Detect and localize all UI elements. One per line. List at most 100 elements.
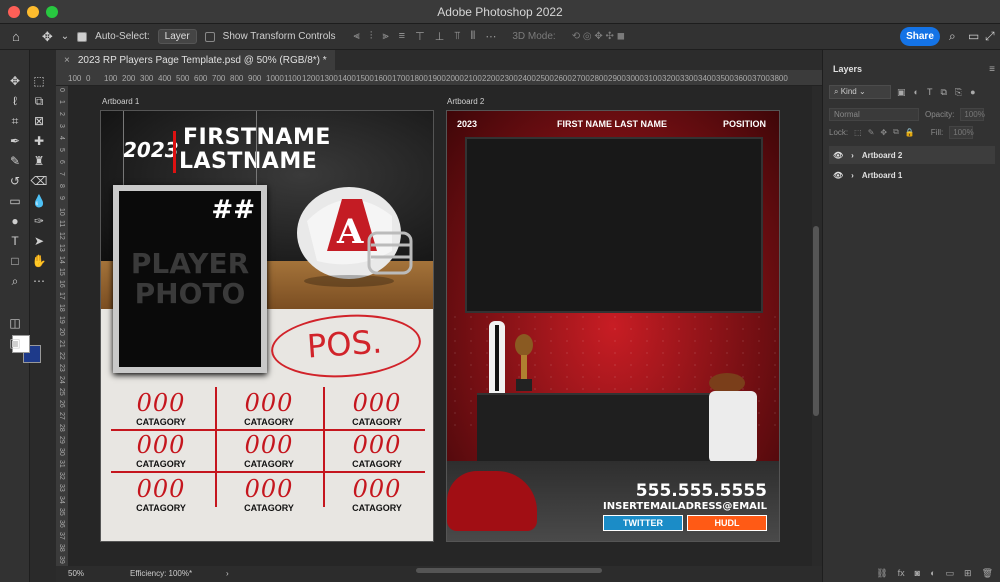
lock-artboard-icon[interactable]: ⧉ (893, 127, 899, 137)
move-tool-icon[interactable]: ✥ (4, 72, 26, 90)
horizontal-scrollbar[interactable] (236, 566, 820, 574)
efficiency-text[interactable]: Efficiency: 100%* (130, 569, 192, 578)
shape-filter-icon[interactable]: ⧉ (940, 87, 946, 98)
zoom-tool-icon[interactable]: ⌕ (4, 272, 26, 290)
layer-style-icon[interactable]: fx (898, 568, 905, 578)
type-tool-icon[interactable]: T (4, 232, 26, 250)
screen-mode-icon[interactable]: ▣ (4, 334, 26, 352)
brush-tool-icon[interactable]: ✎ (4, 152, 26, 170)
zoom-window-button[interactable] (46, 6, 58, 18)
auto-select-checkbox[interactable] (77, 31, 88, 42)
document-tab[interactable]: × 2023 RP Players Page Template.psd @ 50… (56, 50, 335, 70)
align-tools: ⫷ ⫶ ⫸ ≡ ⊤ ⊥ ⫪ ⦀ ⋯ (353, 30, 496, 43)
expand-chevron-icon[interactable]: › (851, 171, 854, 180)
distribute-icon[interactable]: ≡ (399, 30, 405, 43)
scroll-thumb[interactable] (416, 568, 602, 573)
lock-paint-icon[interactable]: ✎ (868, 128, 875, 137)
auto-select-dropdown[interactable]: Layer (157, 29, 197, 44)
player-photo-text: PLAYER PHOTO (119, 249, 261, 309)
stamp-tool-icon[interactable]: ♜ (28, 152, 50, 170)
search-icon[interactable]: ⌕ (949, 29, 956, 44)
eraser-tool-icon[interactable]: ⌫ (28, 172, 50, 190)
type-filter-icon[interactable]: T (927, 87, 933, 98)
fill-label: Fill: (930, 127, 944, 137)
align-left-icon[interactable]: ⫷ (353, 30, 359, 43)
align-top-icon[interactable]: ⊤ (415, 30, 425, 43)
lock-pixels-icon[interactable]: ⬚ (854, 128, 862, 137)
ruler-tick: 1300 (320, 74, 338, 83)
ruler-tick: 15 (58, 268, 65, 276)
healing-tool-icon[interactable]: ✚ (28, 132, 50, 150)
artboard2-label[interactable]: Artboard 2 (447, 97, 484, 106)
adjustment-filter-icon[interactable]: ◐ (914, 87, 919, 98)
path-select-tool-icon[interactable]: ➤ (28, 232, 50, 250)
kind-filter-dropdown[interactable]: ⌕ Kind ⌄ (829, 85, 891, 99)
zoom-level[interactable]: 50% (68, 569, 84, 578)
align-right-icon[interactable]: ⫸ (382, 30, 388, 43)
lock-all-icon[interactable]: 🔒 (905, 128, 915, 137)
expand-chevron-icon[interactable]: › (851, 151, 854, 160)
smart-filter-icon[interactable]: ⎘ (955, 87, 962, 98)
artboard-2[interactable]: 2023 FIRST NAME LAST NAME POSITION 555.5… (446, 110, 780, 542)
ruler-tick: 27 (58, 412, 65, 420)
eyedropper-tool-icon[interactable]: ✒ (4, 132, 26, 150)
quick-mask-icon[interactable]: ◫ (4, 314, 26, 332)
shape-tool-icon[interactable]: □ (4, 252, 26, 270)
panel-menu-icon[interactable]: ≡ (989, 64, 995, 75)
opacity-field[interactable]: 100% (960, 107, 985, 121)
stat-cell: 000 CATAGORY (219, 433, 319, 469)
lock-move-icon[interactable]: ✥ (880, 128, 887, 137)
frame-tool-icon[interactable]: ⊠ (28, 112, 50, 130)
marquee-tool-icon[interactable]: ⬚ (28, 72, 50, 90)
delete-layer-icon[interactable]: 🗑 (982, 568, 993, 579)
new-group-icon[interactable]: ▭ (946, 568, 955, 579)
minimize-window-button[interactable] (27, 6, 39, 18)
align-center-icon[interactable]: ⫶ (370, 30, 373, 43)
more-tools-icon[interactable]: ⋯ (28, 272, 50, 290)
layer-row[interactable]: 👁 › Artboard 1 (829, 166, 995, 184)
horizontal-ruler[interactable]: 100 0 100 200 300 400 500 600 700 800 90… (56, 70, 822, 86)
visibility-eye-icon[interactable]: 👁 (833, 151, 843, 160)
share-button[interactable]: Share (900, 27, 940, 46)
more-options-icon[interactable]: ⋯ (485, 30, 496, 43)
add-mask-icon[interactable]: ◙ (915, 568, 920, 578)
align-middle-icon[interactable]: ⊥ (435, 30, 445, 43)
show-transform-checkbox[interactable] (204, 31, 215, 42)
scroll-thumb[interactable] (813, 226, 819, 416)
gradient-tool-icon[interactable]: ▭ (4, 192, 26, 210)
artboard1-label[interactable]: Artboard 1 (102, 97, 139, 106)
pen-tool-icon[interactable]: ✑ (28, 212, 50, 230)
crop-tool-icon[interactable]: ⌗ (4, 112, 26, 130)
align-bottom-icon[interactable]: ⫪ (454, 30, 460, 43)
fill-field[interactable]: 100% (949, 125, 974, 139)
stat-category: CATAGORY (136, 417, 186, 427)
home-icon[interactable]: ⌂ (12, 29, 20, 44)
lasso-tool-icon[interactable]: ℓ (4, 92, 26, 110)
filter-toggle-icon[interactable]: ● (970, 87, 975, 98)
expand-icon[interactable]: ⤢ (985, 29, 995, 44)
close-window-button[interactable] (8, 6, 20, 18)
artboard-1[interactable]: 2023 FIRSTNAME LASTNAME ## PLAYER PHOTO … (100, 110, 434, 542)
vertical-scrollbar[interactable] (812, 86, 820, 566)
object-select-tool-icon[interactable]: ⧉ (28, 92, 50, 110)
blend-mode-dropdown[interactable]: Normal (829, 107, 919, 121)
dodge-tool-icon[interactable]: ● (4, 212, 26, 230)
new-layer-icon[interactable]: ⊞ (964, 568, 972, 579)
move-tool-dropdown-icon[interactable]: ⌄ (61, 31, 69, 42)
visibility-eye-icon[interactable]: 👁 (833, 171, 843, 180)
move-tool-icon[interactable]: ✥ (42, 29, 53, 45)
history-brush-icon[interactable]: ↺ (4, 172, 26, 190)
status-expand-icon[interactable]: › (226, 569, 229, 578)
layer-row[interactable]: 👁 › Artboard 2 (829, 146, 995, 164)
layers-tab[interactable]: Layers (833, 64, 862, 74)
blur-tool-icon[interactable]: 💧 (28, 192, 50, 210)
ruler-tick: 6 (58, 160, 65, 164)
workspace-icon[interactable]: ▭ (968, 29, 979, 43)
link-layers-icon[interactable]: ⛓ (876, 568, 887, 579)
vertical-ruler[interactable]: 0 1 2 3 4 5 6 7 8 9 10 11 12 13 14 15 16… (56, 86, 68, 576)
adjustment-layer-icon[interactable]: ◐ (930, 568, 935, 578)
close-tab-icon[interactable]: × (64, 55, 70, 66)
hand-tool-icon[interactable]: ✋ (28, 252, 50, 270)
pixel-filter-icon[interactable]: ▣ (897, 87, 906, 98)
distribute-vertical-icon[interactable]: ⦀ (471, 30, 476, 43)
